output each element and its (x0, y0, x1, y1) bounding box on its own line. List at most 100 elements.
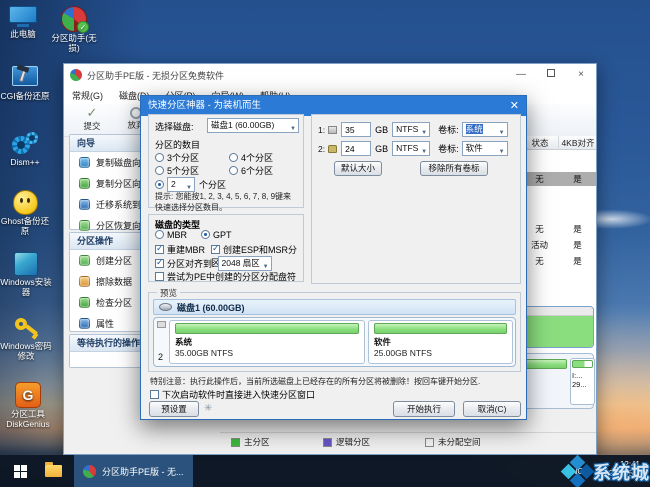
desktop-icon-label: Windows密码修改 (0, 341, 52, 361)
desktop: 此电脑 ✓ 分区助手(无损) CGI备份还原 Dism++ Ghost备份还原 … (0, 0, 650, 487)
legend-logical: 逻辑分区 (323, 436, 370, 448)
legend-bar: 主分区 逻辑分区 未分配空间 (220, 432, 596, 450)
disk-select[interactable]: 磁盘1 (60.00GB) ▼ (207, 118, 299, 133)
disk-number-strip: 2 (156, 320, 169, 364)
size-input-1[interactable] (341, 122, 372, 137)
start-button[interactable]: 开始执行 (393, 401, 455, 417)
align-select[interactable]: 2048 扇区 ▼ (217, 256, 272, 271)
desktop-icon-label: Dism++ (10, 157, 40, 167)
column-4kb[interactable]: 4KB对齐 (558, 136, 597, 150)
checkbox-assign-letter[interactable]: 尝试为PE中创建的分区分配盘符 (155, 270, 296, 283)
properties-icon (79, 318, 90, 329)
desktop-icon-label: Windows安装器 (0, 277, 52, 297)
small-partition-block[interactable]: I:... 29... (570, 358, 595, 405)
start-button[interactable] (0, 464, 40, 478)
radio-4-partitions[interactable]: 4个分区 (229, 151, 273, 164)
remove-labels-button[interactable]: 移除所有卷标 (420, 161, 488, 176)
preview-partition-system[interactable]: 系统 35.00GB NTFS (169, 320, 365, 364)
chevron-down-icon: ▼ (498, 130, 505, 136)
preview-partition-software[interactable]: 软件 25.00GB NTFS (367, 320, 513, 364)
app-icon (70, 69, 82, 81)
select-disk-label: 选择磁盘: (155, 122, 194, 132)
desktop-icon-label: 分区工具DiskGenius (6, 409, 50, 429)
key-icon (13, 316, 39, 340)
watermark-text: 系统城 (593, 463, 650, 483)
hint-text: 提示: 您能按1, 2, 3, 4, 5, 6, 7, 8, 9键来 快速选择分… (155, 192, 292, 212)
ghost-icon (12, 190, 38, 215)
dialog-titlebar: 快速分区神器 - 为装机而生 ✕ (141, 96, 526, 116)
partition-row-2: 2: GB NTFS▼ 卷标: 软件▼ (318, 141, 508, 156)
volume-label-select-1[interactable]: 系统 ▼ (461, 122, 508, 137)
column-status[interactable]: 状态 (522, 136, 557, 150)
quick-partition-dialog: 快速分区神器 - 为装机而生 ✕ 选择磁盘: 磁盘1 (60.00GB) ▼ 分区… (140, 95, 527, 420)
preview-label: 预览 (157, 287, 181, 299)
preview-group: 预览 磁盘1 (60.00GB) 2 系统 35.00GB NTFS 软件 25… (148, 287, 521, 372)
desktop-icon-label: Ghost备份还原 (0, 216, 50, 236)
checkbox-next-start[interactable]: 下次启动软件时直接进入快速分区窗口 (150, 388, 315, 401)
check-partition-icon (79, 297, 90, 308)
installer-box-icon (14, 252, 38, 276)
fs-select-1[interactable]: NTFS ▼ (392, 122, 431, 137)
sparkle-icon: ✳ (204, 403, 213, 414)
size-input-2[interactable] (341, 141, 372, 156)
minimize-button[interactable]: — (506, 64, 536, 86)
migrate-os-icon (79, 199, 90, 210)
partition-rows-group: 1: GB NTFS▼ 卷标: 系统▼ 2: GB NTFS▼ 卷标: 软件▼ … (311, 114, 521, 284)
warning-text: 特别注意：执行此操作后，当前所选磁盘上已经存在的所有分区将被删除！按回车键开始分… (150, 377, 481, 386)
copy-partition-icon (79, 178, 90, 189)
watermark-logo-icon (560, 454, 595, 487)
legend-primary: 主分区 (231, 436, 270, 448)
desktop-icon-cgi[interactable]: CGI备份还原 (0, 64, 50, 102)
partition-recovery-icon (79, 220, 90, 231)
desktop-icon-ghost[interactable]: Ghost备份还原 (0, 190, 50, 237)
chevron-down-icon: ▼ (498, 149, 505, 155)
desktop-icon-diskgenius[interactable]: G 分区工具DiskGenius (0, 382, 56, 430)
preset-button[interactable]: 预设置 (149, 401, 199, 417)
legend-unallocated: 未分配空间 (425, 436, 481, 448)
unallocated-swatch (425, 437, 434, 447)
radio-mbr[interactable]: MBR (155, 230, 187, 240)
desktop-icon-win-installer[interactable]: Windows安装器 (0, 252, 52, 298)
window-title: 分区助手PE版 - 无损分区免费软件 (87, 70, 225, 81)
radio-custom-count[interactable]: 2 ▼ 个分区 (155, 177, 226, 192)
checkbox-align[interactable]: 分区对齐到: 2048 扇区▼ (155, 256, 272, 271)
fs-select-2[interactable]: NTFS ▼ (392, 141, 431, 156)
lock-icon (328, 144, 338, 153)
chevron-down-icon: ▼ (421, 149, 428, 155)
cancel-button[interactable]: 取消(C) (463, 401, 521, 417)
partition-icon (328, 125, 338, 134)
taskbar: 分区助手PE版 - 无... ENG 12:41 2018/5/8 (0, 455, 650, 487)
radio-6-partitions[interactable]: 6个分区 (229, 164, 273, 177)
desktop-icon-label: CGI备份还原 (0, 91, 50, 101)
windows-logo-icon (13, 464, 27, 478)
radio-3-partitions[interactable]: 3个分区 (155, 151, 199, 164)
partition-row-1: 1: GB NTFS▼ 卷标: 系统▼ (318, 122, 508, 137)
cgi-backup-icon (12, 64, 38, 90)
close-button[interactable]: × (566, 64, 596, 86)
disk-icon (159, 303, 172, 311)
radio-5-partitions[interactable]: 5个分区 (155, 164, 199, 177)
radio-gpt[interactable]: GPT (201, 230, 232, 240)
desktop-icon-win-password[interactable]: Windows密码修改 (0, 316, 52, 362)
folder-icon (44, 462, 62, 477)
desktop-icon-this-pc[interactable]: 此电脑 (0, 6, 46, 40)
checkbox-rebuild-mbr[interactable]: 重建MBR (155, 243, 205, 256)
menu-general[interactable]: 常规(G) (64, 89, 111, 102)
file-explorer-button[interactable] (40, 462, 66, 477)
default-size-button[interactable]: 默认大小 (334, 161, 382, 176)
partition-assistant-icon: ✓ (61, 6, 89, 33)
count-select[interactable]: 2 ▼ (167, 177, 195, 192)
check-icon: ✓ (86, 105, 98, 120)
partition-count-label: 分区的数目 (155, 140, 201, 150)
chevron-down-icon: ▼ (421, 130, 428, 136)
taskbar-task-partition-assistant[interactable]: 分区助手PE版 - 无... (74, 455, 193, 487)
commit-button[interactable]: ✓ 提交 (72, 106, 112, 132)
disk-count-group: 选择磁盘: 磁盘1 (60.00GB) ▼ 分区的数目 3个分区 4个分区 5个分… (148, 114, 304, 212)
volume-label-select-2[interactable]: 软件 ▼ (461, 141, 508, 156)
computer-icon (9, 6, 37, 28)
dialog-close-icon[interactable]: ✕ (510, 96, 519, 116)
desktop-icon-partition-assistant[interactable]: ✓ 分区助手(无损) (48, 6, 100, 54)
desktop-icon-dism[interactable]: Dism++ (0, 132, 50, 168)
maximize-button[interactable] (536, 64, 566, 86)
copy-disk-icon (79, 157, 90, 168)
